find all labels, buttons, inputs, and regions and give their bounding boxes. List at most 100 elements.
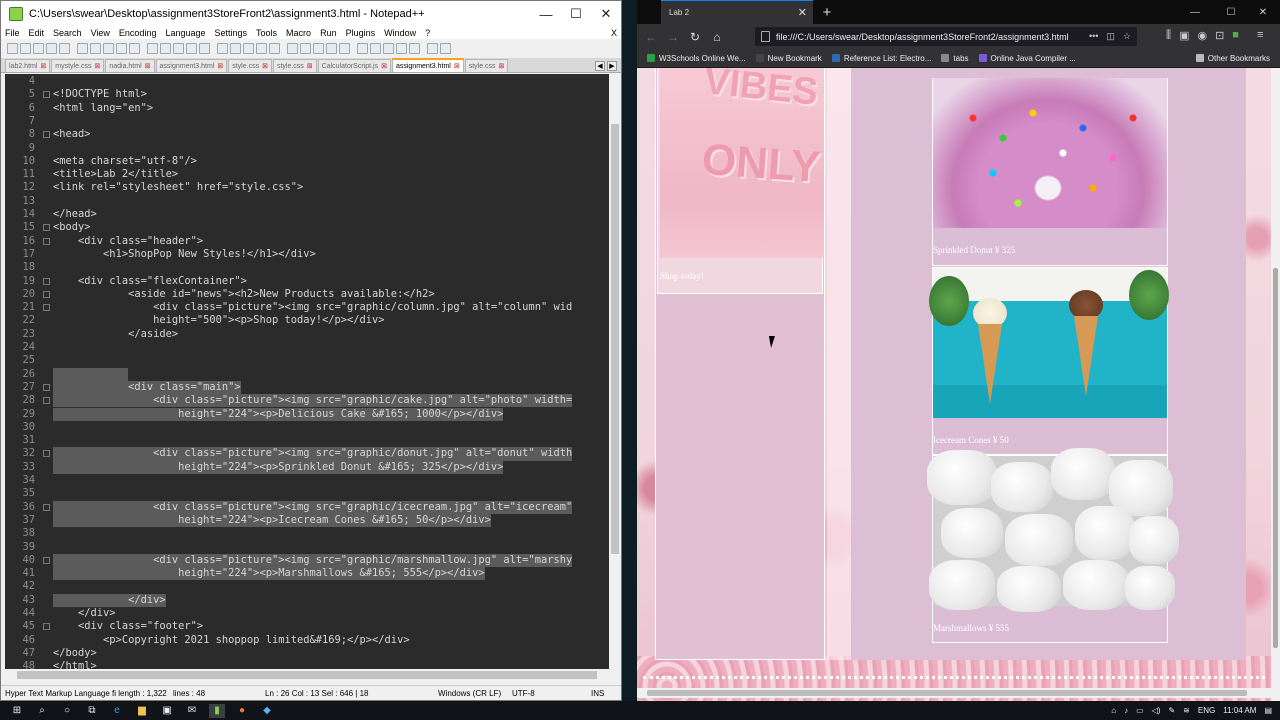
code-line[interactable]: 8 <head> [5, 128, 609, 141]
menu-item[interactable]: View [91, 28, 110, 38]
fold-marker-icon[interactable] [43, 131, 50, 139]
page-vertical-scrollbar[interactable] [1271, 68, 1280, 701]
code-line[interactable]: 45 <div class="footer"> [5, 620, 609, 633]
fold-marker-icon[interactable] [43, 623, 50, 631]
code-line[interactable]: 43 </div> [5, 593, 609, 607]
toolbar-button-icon[interactable] [339, 43, 350, 54]
file-tab[interactable]: nadia.html ⊠ [105, 59, 155, 72]
code-line[interactable]: 47 </body> [5, 647, 609, 660]
toolbar-button-icon[interactable] [427, 43, 438, 54]
code-line[interactable]: 28 <div class="picture"><img src="graphi… [5, 394, 609, 408]
network-icon[interactable]: ⌂ [1111, 706, 1116, 715]
account-icon[interactable]: ◉ [1197, 29, 1207, 42]
input-language[interactable]: ENG [1198, 706, 1215, 715]
search-icon[interactable]: ⌕ [34, 704, 50, 718]
code-line[interactable]: 6 <html lang="en"> [5, 102, 609, 115]
store-icon[interactable]: ▣ [159, 704, 175, 718]
clock[interactable]: 11:04 AM [1223, 706, 1256, 715]
toolbar-button-icon[interactable] [326, 43, 337, 54]
file-tab[interactable]: style.css ⊠ [464, 59, 509, 72]
toolbar-button-icon[interactable] [357, 43, 368, 54]
edge-icon[interactable]: e [109, 704, 125, 718]
minimize-icon[interactable]: — [531, 1, 561, 27]
toolbar-button-icon[interactable] [77, 43, 88, 54]
toolbar-button-icon[interactable] [173, 43, 184, 54]
pen-icon[interactable]: ✎ [1168, 706, 1175, 715]
maximize-icon[interactable]: ☐ [1213, 0, 1249, 24]
file-tab[interactable]: lab2.html ⊠ [5, 59, 51, 72]
code-line[interactable]: 20 <aside id="news"><h2>New Products ava… [5, 288, 609, 301]
toolbar-button-icon[interactable] [409, 43, 420, 54]
close-tab-icon[interactable]: ✕ [798, 6, 807, 19]
toolbar-button-icon[interactable] [313, 43, 324, 54]
code-line[interactable]: 30 [5, 421, 609, 434]
code-line[interactable]: 27 <div class="main"> [5, 380, 609, 395]
code-line[interactable]: 46 <p>Copyright 2021 shoppop limited&#16… [5, 634, 609, 647]
fold-marker-icon[interactable] [43, 503, 50, 511]
fold-marker-icon[interactable] [43, 91, 50, 99]
fold-marker-icon[interactable] [43, 397, 50, 405]
menu-item[interactable]: ? [425, 28, 430, 38]
close-icon[interactable]: ✕ [591, 1, 621, 27]
close-icon[interactable]: ✕ [1245, 0, 1280, 24]
file-tab[interactable]: assignment3.html ⊠ [155, 59, 228, 72]
toolbar-button-icon[interactable] [116, 43, 127, 54]
menu-item[interactable]: Encoding [119, 28, 157, 38]
maximize-icon[interactable]: ☐ [561, 1, 591, 27]
code-line[interactable]: 40 <div class="picture"><img src="graphi… [5, 553, 609, 568]
toolbar-button-icon[interactable] [440, 43, 451, 54]
toolbar-button-icon[interactable] [269, 43, 280, 54]
menu-item[interactable]: Window [384, 28, 416, 38]
other-bookmarks[interactable]: Other Bookmarks [1195, 54, 1270, 63]
notepadpp-taskbar-icon[interactable]: ▮ [209, 703, 225, 718]
code-line[interactable]: 7 [5, 115, 609, 128]
close-tab-icon[interactable]: ⊠ [217, 62, 223, 70]
back-icon[interactable]: ← [640, 26, 662, 48]
toolbar-button-icon[interactable] [186, 43, 197, 54]
code-line[interactable]: 17 <h1>ShopPop New Styles!</h1></div> [5, 248, 609, 261]
fold-marker-icon[interactable] [43, 304, 50, 312]
url-bar[interactable]: file:///C:/Users/swear/Desktop/assignmen… [755, 27, 1137, 46]
code-line[interactable]: 34 [5, 474, 609, 487]
bookmark-item[interactable]: W3Schools Online We... [647, 54, 746, 63]
toolbar-button-icon[interactable] [46, 43, 57, 54]
close-tab-icon[interactable]: ⊠ [499, 62, 505, 70]
cortana-icon[interactable]: ○ [59, 704, 75, 718]
close-tab-icon[interactable]: ⊠ [262, 62, 268, 70]
menu-item[interactable]: Settings [215, 28, 248, 38]
code-line[interactable]: 31 [5, 434, 609, 447]
code-line[interactable]: 4 [5, 75, 609, 88]
menu-item[interactable]: File [5, 28, 20, 38]
close-tab-icon[interactable]: ⊠ [381, 62, 387, 70]
toolbar-button-icon[interactable] [160, 43, 171, 54]
menu-item[interactable]: Tools [256, 28, 277, 38]
code-line[interactable]: 9 [5, 142, 609, 155]
fold-marker-icon[interactable] [43, 383, 50, 391]
new-tab-icon[interactable]: + [817, 2, 837, 22]
code-line[interactable]: 29 height="224"><p>Delicious Cake &#165;… [5, 407, 609, 421]
code-line[interactable]: 24 [5, 341, 609, 354]
code-line[interactable]: 19 <div class="flexContainer"> [5, 275, 609, 288]
code-line[interactable]: 23 </aside> [5, 328, 609, 341]
bookmark-item[interactable]: Online Java Compiler ... [978, 54, 1076, 63]
toolbar-button-icon[interactable] [300, 43, 311, 54]
minimize-icon[interactable]: — [1177, 0, 1213, 24]
close-tab-icon[interactable]: ⊠ [307, 62, 313, 70]
fold-marker-icon[interactable] [43, 450, 50, 458]
code-line[interactable]: 44 </div> [5, 607, 609, 620]
menu-item[interactable]: Language [165, 28, 205, 38]
toolbar-button-icon[interactable] [20, 43, 31, 54]
toolbar-button-icon[interactable] [59, 43, 70, 54]
close-tab-icon[interactable]: ⊠ [94, 62, 100, 70]
fold-marker-icon[interactable] [43, 237, 50, 245]
toolbar-button-icon[interactable] [90, 43, 101, 54]
menu-item[interactable]: Edit [29, 28, 45, 38]
fold-marker-icon[interactable] [43, 556, 50, 564]
code-line[interactable]: 33 height="224"><p>Sprinkled Donut &#165… [5, 460, 609, 474]
toolbar-button-icon[interactable] [230, 43, 241, 54]
menu-item[interactable]: Search [53, 28, 82, 38]
menu-item[interactable]: Run [320, 28, 337, 38]
app-taskbar-icon[interactable]: ◆ [259, 704, 275, 718]
close-tab-icon[interactable]: ⊠ [145, 62, 151, 70]
menu-item[interactable]: Macro [286, 28, 311, 38]
